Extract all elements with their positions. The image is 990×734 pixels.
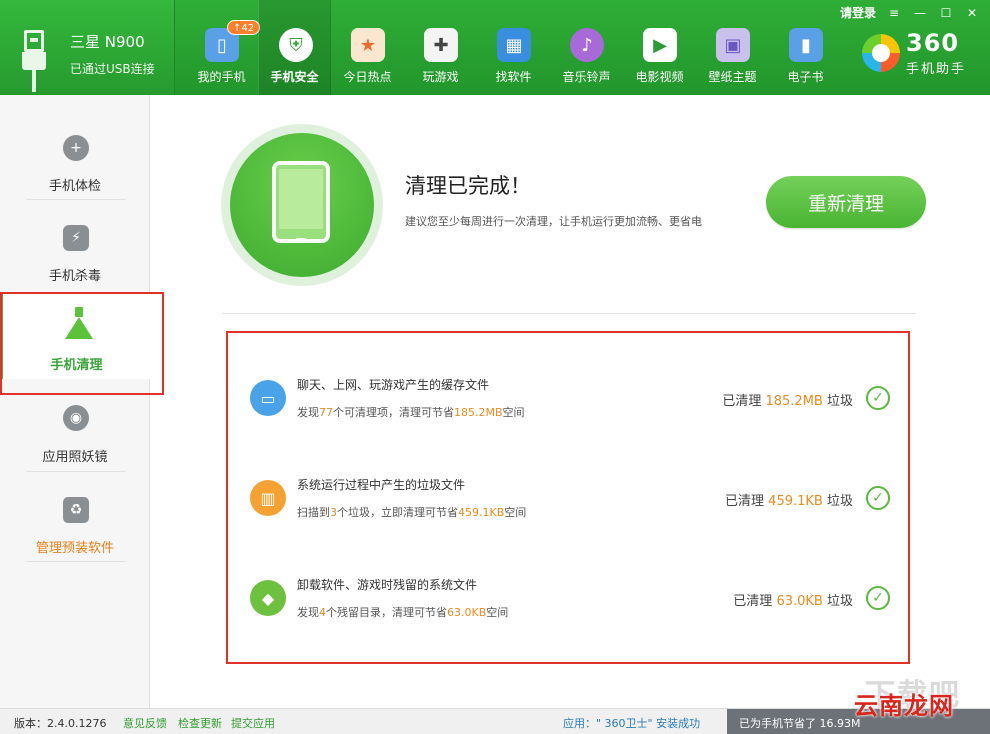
sidebar-item-label: 手机体检 xyxy=(48,179,101,194)
clean-result-row: ▥ 系统运行过程中产生的垃圾文件 扫描到3个垃圾，立即清理可节省459.1KB空… xyxy=(248,476,898,526)
main-nav: ▯ ↑42 我的手机 ⛨ 手机安全 ★ 今日热点 ✚ 玩游戏 ▦ 找软件 ♪ 音… xyxy=(185,0,842,95)
nav-label: 今日热点 xyxy=(343,70,392,84)
device-panel[interactable]: 三星 N900 已通过USB连接 xyxy=(0,0,175,95)
clean-done-title: 清理已完成！ xyxy=(405,174,531,198)
row-title: 卸载软件、游戏时残留的系统文件 xyxy=(297,578,478,592)
antivirus-icon: ⚡ xyxy=(63,225,89,251)
window-controls: 请登录 ≡ — ☐ ✕ xyxy=(840,4,980,21)
sidebar: + 手机体检 ⚡ 手机杀毒 手机清理 ◉ 应用照妖镜 ♻ 管理预装软件 xyxy=(0,95,150,708)
nav-label: 玩游戏 xyxy=(422,70,459,84)
nav-label: 找软件 xyxy=(495,70,532,84)
nav-label: 壁纸主题 xyxy=(708,70,757,84)
wallpaper-icon: ▣ xyxy=(716,28,750,62)
update-count-badge: ↑42 xyxy=(227,20,261,35)
phone-icon xyxy=(272,161,330,243)
nav-label: 电影视频 xyxy=(635,70,684,84)
maximize-icon[interactable]: ☐ xyxy=(938,6,954,20)
logo-number: 360 xyxy=(906,29,960,57)
nav-label: 电子书 xyxy=(787,70,824,84)
version-label: 版本：2.4.0.1276 xyxy=(14,717,107,730)
check-icon: ✓ xyxy=(866,586,890,610)
sidebar-item-phone-clean[interactable]: 手机清理 xyxy=(0,293,150,379)
row-description: 发现77个可清理项，清理可节省185.2MB空间 xyxy=(297,406,525,419)
broom-icon xyxy=(65,307,93,339)
app-store-icon: ▦ xyxy=(497,28,531,62)
install-status: 应用：" 360卫士" 安装成功 xyxy=(563,717,701,730)
nav-find-software[interactable]: ▦ 找软件 xyxy=(477,0,550,95)
nav-phone-security[interactable]: ⛨ 手机安全 xyxy=(258,0,331,95)
nav-today-hot[interactable]: ★ 今日热点 xyxy=(331,0,404,95)
clean-done-subtitle: 建议您至少每周进行一次清理，让手机运行更加流畅、更省电 xyxy=(405,215,702,228)
sidebar-divider xyxy=(26,471,126,472)
360-phone-assistant-logo: 360 手机助手 xyxy=(862,29,982,77)
nav-ebooks[interactable]: ▮ 电子书 xyxy=(769,0,842,95)
watermark-red-text: 云南龙网 xyxy=(854,692,954,720)
content-divider xyxy=(222,313,916,314)
shield-icon: ⛨ xyxy=(279,28,313,62)
submit-app-link[interactable]: 提交应用 xyxy=(231,715,275,731)
device-name: 三星 N900 xyxy=(70,33,145,51)
hot-news-icon: ★ xyxy=(351,28,385,62)
nav-music-ringtones[interactable]: ♪ 音乐铃声 xyxy=(550,0,623,95)
reclean-button[interactable]: 重新清理 xyxy=(766,176,926,228)
row-title: 聊天、上网、玩游戏产生的缓存文件 xyxy=(297,378,490,392)
ebook-icon: ▮ xyxy=(789,28,823,62)
sidebar-item-label: 管理预装软件 xyxy=(35,541,114,556)
nav-play-games[interactable]: ✚ 玩游戏 xyxy=(404,0,477,95)
row-description: 发现4个残留目录，清理可节省63.0KB空间 xyxy=(297,606,509,619)
sidebar-item-label: 手机杀毒 xyxy=(48,269,101,284)
feedback-link[interactable]: 意见反馈 xyxy=(123,715,167,731)
sidebar-item-label: 手机清理 xyxy=(50,358,103,373)
nav-my-phone[interactable]: ▯ ↑42 我的手机 xyxy=(185,0,261,95)
checkup-icon: + xyxy=(63,135,89,161)
sidebar-divider xyxy=(26,199,126,200)
row-cleaned-status: 已清理 459.1KB 垃圾 xyxy=(725,494,853,509)
nav-label: 手机安全 xyxy=(270,70,319,84)
login-link[interactable]: 请登录 xyxy=(840,4,876,21)
row-cleaned-status: 已清理 63.0KB 垃圾 xyxy=(733,594,853,609)
minimize-icon[interactable]: — xyxy=(912,6,928,20)
sidebar-item-label: 应用照妖镜 xyxy=(42,450,108,465)
usb-icon xyxy=(20,30,48,92)
preinstalled-app-icon: ♻ xyxy=(63,497,89,523)
video-icon: ▶ xyxy=(643,28,677,62)
cache-files-icon: ▭ xyxy=(250,380,286,416)
nav-movies-videos[interactable]: ▶ 电影视频 xyxy=(623,0,696,95)
device-connection-status: 已通过USB连接 xyxy=(70,62,155,76)
sidebar-item-app-mirror[interactable]: ◉ 应用照妖镜 xyxy=(0,405,150,495)
nav-wallpaper-themes[interactable]: ▣ 壁纸主题 xyxy=(696,0,769,95)
row-cleaned-status: 已清理 185.2MB 垃圾 xyxy=(722,394,853,409)
check-update-link[interactable]: 检查更新 xyxy=(178,715,222,731)
sidebar-item-phone-checkup[interactable]: + 手机体检 xyxy=(0,135,150,225)
row-title: 系统运行过程中产生的垃圾文件 xyxy=(297,478,466,492)
check-icon: ✓ xyxy=(866,486,890,510)
sidebar-divider xyxy=(26,561,126,562)
trash-bin-icon: ▥ xyxy=(250,480,286,516)
nav-label: 我的手机 xyxy=(197,70,246,84)
close-icon[interactable]: ✕ xyxy=(964,6,980,20)
clean-result-row: ◆ 卸载软件、游戏时残留的系统文件 发现4个残留目录，清理可节省63.0KB空间… xyxy=(248,576,898,626)
360-logo-icon xyxy=(862,34,900,72)
top-header: 三星 N900 已通过USB连接 ▯ ↑42 我的手机 ⛨ 手机安全 ★ 今日热… xyxy=(0,0,990,95)
music-icon: ♪ xyxy=(570,28,604,62)
logo-subtitle: 手机助手 xyxy=(906,62,967,77)
check-icon: ✓ xyxy=(866,386,890,410)
gamepad-icon: ✚ xyxy=(424,28,458,62)
sidebar-item-preinstalled-apps[interactable]: ♻ 管理预装软件 xyxy=(0,497,150,587)
clean-result-row: ▭ 聊天、上网、玩游戏产生的缓存文件 发现77个可清理项，清理可节省185.2M… xyxy=(248,376,898,426)
watermark: 下载吧 云南龙网 xyxy=(830,670,980,730)
app-mirror-icon: ◉ xyxy=(63,405,89,431)
residual-files-icon: ◆ xyxy=(250,580,286,616)
row-description: 扫描到3个垃圾，立即清理可节省459.1KB空间 xyxy=(297,506,527,519)
menu-icon[interactable]: ≡ xyxy=(886,6,902,20)
nav-label: 音乐铃声 xyxy=(562,70,611,84)
